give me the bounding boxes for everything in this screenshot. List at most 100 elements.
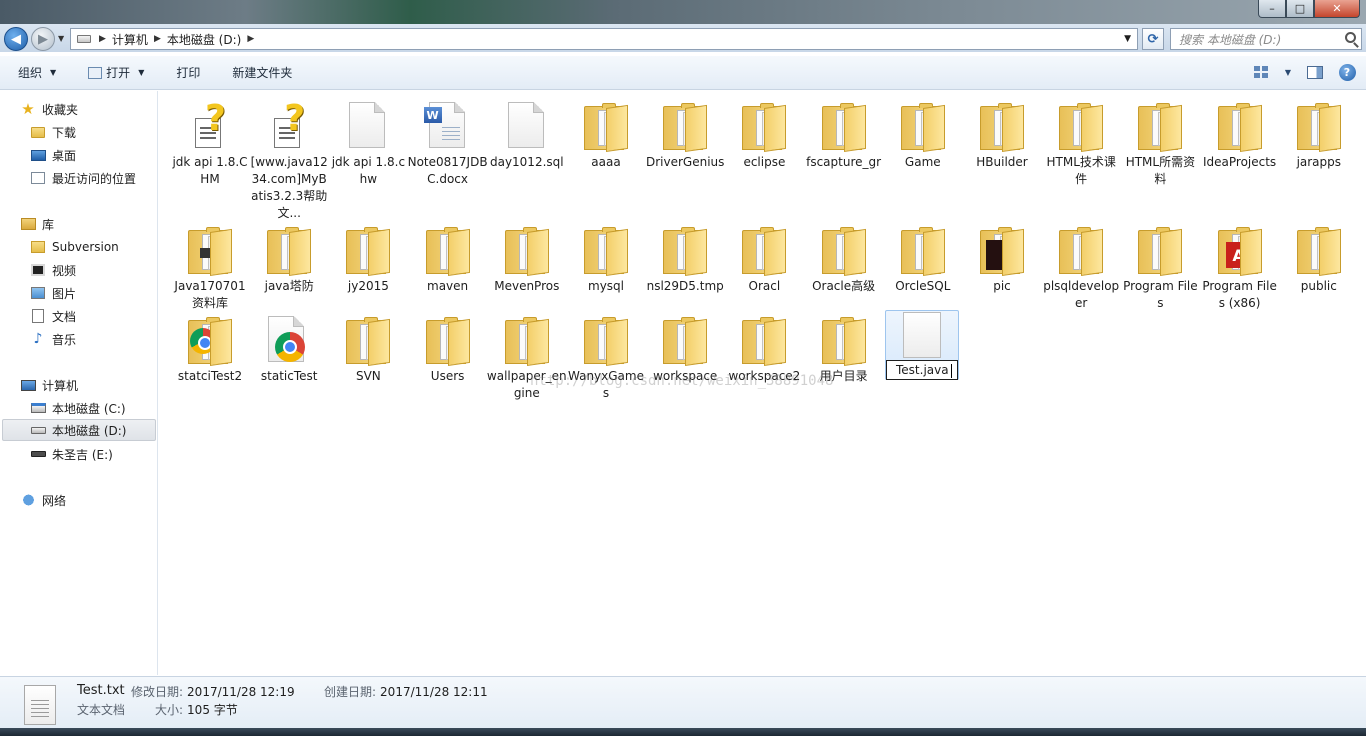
search-input[interactable]: 搜索 本地磁盘 (D:) (1170, 28, 1362, 50)
folder-icon (817, 310, 871, 366)
forward-button[interactable]: ▶ (31, 27, 55, 51)
nav-documents[interactable]: 文档 (30, 305, 76, 327)
file-item[interactable]: aaaa (567, 96, 645, 171)
change-view-button[interactable] (1250, 62, 1272, 82)
nav-drive-c[interactable]: 本地磁盘 (C:) (30, 397, 126, 419)
nav-downloads[interactable]: 下载 (30, 121, 76, 143)
nav-pictures[interactable]: 图片 (30, 282, 76, 304)
nav-drive-d[interactable]: 本地磁盘 (D:) (2, 419, 156, 441)
file-item[interactable]: mysql (567, 220, 645, 295)
file-name: [www.java1234.com]MyBatis3.2.3帮助文... (250, 155, 328, 220)
minimize-button[interactable]: – (1258, 0, 1286, 18)
organize-button[interactable]: 组织 ▼ (0, 60, 70, 86)
search-icon[interactable] (1345, 32, 1356, 43)
word-document-icon: W (421, 96, 475, 152)
file-item[interactable]: ? [www.java1234.com]MyBatis3.2.3帮助文... (250, 96, 328, 222)
file-item[interactable]: W Note0817JDBC.docx (408, 96, 488, 188)
rename-input[interactable]: Test.java (886, 360, 958, 380)
preview-pane-button[interactable] (1304, 62, 1326, 82)
file-item[interactable]: java塔防 (250, 220, 328, 295)
file-item[interactable]: jdk api 1.8.chw (329, 96, 407, 188)
file-item[interactable]: plsqldeveloper (1042, 220, 1120, 312)
folder-icon (975, 96, 1029, 152)
star-icon: ★ (21, 100, 35, 118)
file-item[interactable]: pic (963, 220, 1041, 295)
nav-recent-places[interactable]: 最近访问的位置 (30, 167, 136, 189)
nav-network[interactable]: 网络 (20, 489, 66, 511)
nav-drive-e[interactable]: 朱圣吉 (E:) (30, 443, 113, 465)
file-item[interactable]: HTML所需资料 (1121, 96, 1199, 188)
window-controls: – □ ✕ (1258, 0, 1360, 18)
close-button[interactable]: ✕ (1314, 0, 1360, 18)
nav-libraries[interactable]: 库 (20, 213, 54, 235)
nav-computer[interactable]: 计算机 (20, 374, 78, 396)
file-icon (500, 96, 554, 152)
chevron-right-icon[interactable]: ▶ (245, 34, 256, 44)
folder-icon (1292, 220, 1346, 276)
file-item[interactable]: A Program Files (x86) (1201, 220, 1279, 312)
open-button[interactable]: 打开 ▼ (70, 60, 158, 86)
file-item[interactable]: Users (409, 310, 487, 385)
file-name: plsqldeveloper (1043, 279, 1120, 310)
refresh-button[interactable]: ⟳ (1142, 28, 1164, 50)
folder-icon (341, 310, 395, 366)
folder-icon (579, 96, 633, 152)
file-item[interactable]: nsl29D5.tmp (646, 220, 724, 295)
file-item[interactable]: Game (884, 96, 962, 171)
maximize-button[interactable]: □ (1286, 0, 1314, 18)
text-file-icon[interactable] (903, 312, 941, 358)
file-item[interactable]: HTML技术课件 (1042, 96, 1120, 188)
file-item[interactable]: day1012.sql (488, 96, 566, 171)
chrome-icon (262, 310, 316, 366)
file-item[interactable]: public (1280, 220, 1358, 295)
file-name: SVN (355, 369, 381, 383)
folder-icon (579, 310, 633, 366)
chevron-right-icon[interactable]: ▶ (97, 34, 108, 44)
print-button[interactable]: 打印 (158, 60, 214, 86)
view-dropdown-button[interactable]: ▼ (1282, 62, 1294, 82)
video-icon (31, 264, 45, 276)
file-item[interactable]: eclipse (725, 96, 803, 171)
breadcrumb-computer[interactable]: 计算机 (108, 31, 152, 48)
nav-label: 收藏夹 (42, 102, 79, 117)
nav-subversion[interactable]: Subversion (30, 236, 119, 258)
file-item[interactable]: OrcleSQL (884, 220, 962, 295)
help-button[interactable]: ? (1336, 62, 1358, 82)
watermark: http://blog.csdn.net/weixin_38891048 (530, 373, 834, 389)
nav-label: 朱圣吉 (E:) (52, 447, 113, 462)
file-item[interactable]: DriverGenius (646, 96, 724, 171)
nav-music[interactable]: ♪ 音乐 (30, 328, 76, 350)
file-item[interactable]: Oracl (725, 220, 803, 295)
folder-icon (1054, 220, 1108, 276)
file-item[interactable]: jarapps (1280, 96, 1358, 171)
file-item[interactable]: Program Files (1121, 220, 1199, 312)
file-item[interactable]: HBuilder (963, 96, 1041, 171)
file-item[interactable]: Java170701资料库 (171, 220, 249, 312)
nav-desktop[interactable]: 桌面 (30, 144, 76, 166)
address-bar[interactable]: ▶ 计算机 ▶ 本地磁盘 (D:) ▶ ▼ (70, 28, 1138, 50)
file-name: maven (427, 279, 469, 293)
file-item[interactable]: maven (409, 220, 487, 295)
nav-label: 网络 (42, 493, 67, 508)
new-folder-button[interactable]: 新建文件夹 (214, 60, 306, 86)
file-item[interactable]: IdeaProjects (1201, 96, 1279, 171)
removable-drive-icon (30, 451, 46, 457)
file-item[interactable]: Oracle高级 (805, 220, 883, 295)
recent-pages-dropdown[interactable]: ▼ (58, 34, 64, 43)
address-dropdown-icon[interactable]: ▼ (1124, 34, 1131, 44)
file-item[interactable]: MevenPros (488, 220, 566, 295)
file-name: public (1300, 279, 1337, 293)
file-item[interactable]: statciTest2 (171, 310, 249, 385)
file-item[interactable]: jy2015 (329, 220, 407, 295)
file-item[interactable]: ? jdk api 1.8.CHM (171, 96, 249, 188)
file-item[interactable]: fscapture_gr (805, 96, 883, 171)
file-item[interactable]: SVN (329, 310, 407, 385)
chevron-right-icon[interactable]: ▶ (152, 34, 163, 44)
back-button[interactable]: ◀ (4, 27, 28, 51)
details-pane: Test.txt 文本文档 修改日期: 2017/11/28 12:19 大小: 1… (0, 676, 1366, 728)
breadcrumb-drive-d[interactable]: 本地磁盘 (D:) (163, 31, 245, 48)
nav-videos[interactable]: 视频 (30, 259, 76, 281)
file-name: nsl29D5.tmp (646, 279, 724, 293)
nav-favorites[interactable]: ★ 收藏夹 (20, 98, 78, 120)
file-item[interactable]: staticTest (250, 310, 328, 385)
